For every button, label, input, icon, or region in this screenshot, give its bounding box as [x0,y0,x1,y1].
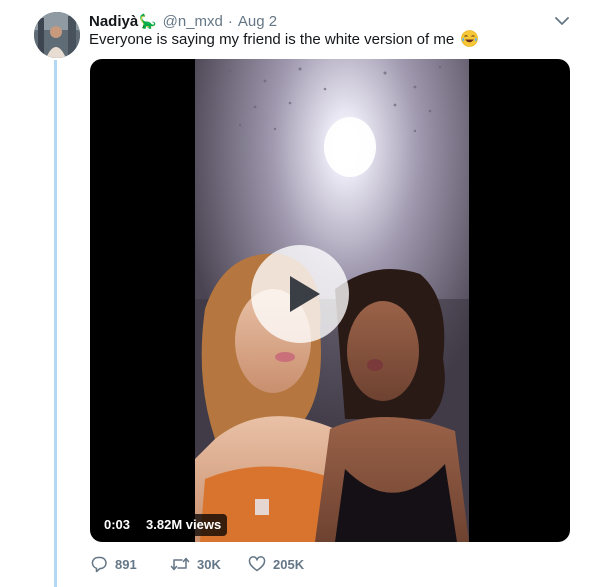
video-info-badge: 0:03 3.82M views [98,514,228,536]
thread-line [54,60,57,587]
avatar[interactable] [34,12,80,58]
face-with-tears-of-joy-icon [461,30,479,47]
video-duration: 0:03 [98,514,137,536]
heart-icon [248,556,266,572]
reply-button[interactable]: 891 [90,555,170,573]
tweet-date[interactable]: Aug 2 [238,13,277,30]
tweet-text: Everyone is saying my friend is the whit… [89,30,479,50]
reply-count: 891 [115,556,137,572]
retweet-button[interactable]: 30K [170,555,248,573]
like-count: 205K [273,556,305,572]
author-handle[interactable]: @n_mxd [163,13,223,30]
author-name[interactable]: Nadiyà [89,13,138,30]
retweet-icon [170,557,190,571]
video-views: 3.82M views [140,514,228,536]
header-separator: · [227,12,233,30]
like-button[interactable]: 205K [248,555,328,573]
video-player[interactable]: 0:03 3.82M views [90,59,570,542]
tweet-text-content: Everyone is saying my friend is the whit… [89,31,455,48]
reply-icon [91,556,107,573]
play-button[interactable] [251,245,349,343]
tweet-actions: 891 30K 205K [90,554,328,574]
chevron-down-icon[interactable] [552,13,572,29]
dinosaur-emoji-icon: 🦕 [139,12,157,29]
play-icon [290,276,320,312]
tweet-header: Nadiyà 🦕 @n_mxd · Aug 2 [89,11,560,31]
retweet-count: 30K [197,556,221,572]
